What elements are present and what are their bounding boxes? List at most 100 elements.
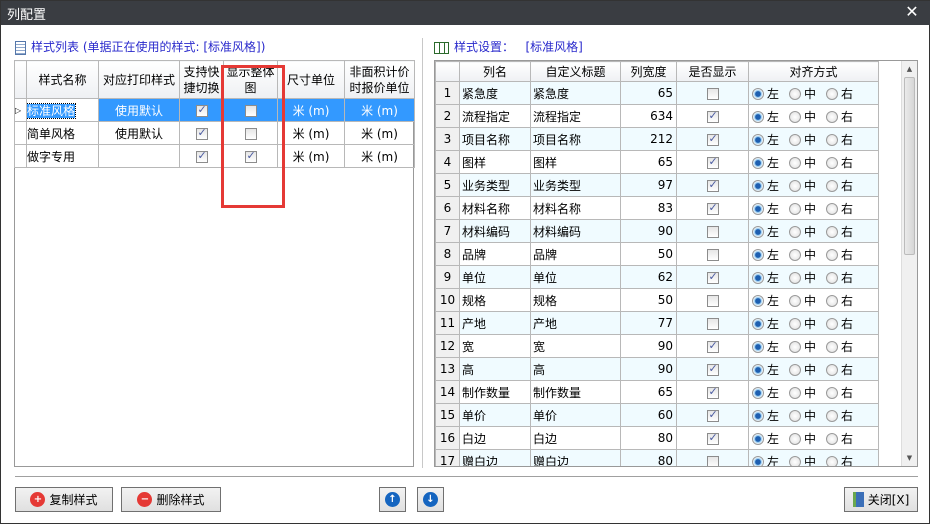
column-row[interactable]: 1 紧急度 紧急度 65 左中右 (435, 81, 879, 105)
visible-checkbox[interactable] (706, 109, 719, 123)
align-radio-center[interactable]: 中 (789, 110, 816, 124)
column-width-cell[interactable]: 90 (620, 334, 677, 358)
custom-title-cell[interactable]: 品牌 (530, 242, 621, 266)
column-width-cell[interactable]: 77 (620, 311, 677, 335)
custom-title-cell[interactable]: 图样 (530, 150, 621, 174)
column-row[interactable]: 5业务类型业务类型97左中右 (435, 173, 879, 197)
custom-title-cell[interactable]: 紧急度 (530, 81, 621, 105)
column-row[interactable]: 8 品牌 品牌 50 左中右 (435, 242, 879, 266)
quick-switch-checkbox[interactable] (195, 103, 208, 117)
visible-checkbox[interactable] (706, 248, 719, 261)
unit-cell[interactable]: 米 (m) (277, 121, 345, 145)
align-radio-left[interactable]: 左 (752, 248, 779, 262)
custom-title-cell[interactable]: 单位 (530, 265, 621, 289)
align-radio-center[interactable]: 中 (789, 409, 816, 423)
scroll-up-arrow-icon[interactable]: ▲ (902, 61, 917, 77)
align-radio-left[interactable]: 左 (752, 363, 779, 377)
col-header[interactable]: 非面积计价时报价单位 (344, 60, 415, 99)
visible-checkbox[interactable] (706, 455, 719, 466)
unit-cell[interactable]: 米 (m) (277, 144, 345, 168)
column-width-cell[interactable]: 634 (620, 104, 677, 128)
scroll-down-arrow-icon[interactable]: ▼ (902, 450, 917, 466)
move-down-button[interactable]: ↓ (417, 487, 444, 512)
align-radio-center[interactable]: 中 (789, 340, 816, 354)
quick-switch-checkbox[interactable] (195, 126, 208, 140)
quick-switch-checkbox[interactable] (195, 149, 208, 163)
align-radio-left[interactable]: 左 (752, 386, 779, 400)
align-radio-center[interactable]: 中 (789, 363, 816, 377)
column-row[interactable]: 6材料名称材料名称83左中右 (435, 196, 879, 220)
align-radio-center[interactable]: 中 (789, 179, 816, 193)
visible-checkbox[interactable] (706, 317, 719, 330)
col-header[interactable]: 样式名称 (26, 60, 99, 99)
custom-title-cell[interactable]: 宽 (530, 334, 621, 358)
align-radio-left[interactable]: 左 (752, 179, 779, 193)
style-row[interactable]: ▷标准风格 使用默认 米 (m)米 (m) (14, 98, 415, 122)
align-radio-left[interactable]: 左 (752, 202, 779, 216)
column-width-cell[interactable]: 60 (620, 403, 677, 427)
column-width-cell[interactable]: 65 (620, 380, 677, 404)
visible-checkbox[interactable] (706, 132, 719, 146)
visible-checkbox[interactable] (706, 294, 719, 307)
visible-checkbox[interactable] (706, 431, 719, 445)
align-radio-left[interactable]: 左 (752, 156, 779, 170)
align-radio-center[interactable]: 中 (789, 156, 816, 170)
column-width-cell[interactable]: 65 (620, 81, 677, 105)
style-name-cell[interactable]: 标准风格 (26, 98, 99, 122)
col-header[interactable]: 支持快捷切换 (179, 60, 224, 99)
style-name-cell[interactable]: 做字专用 (26, 144, 99, 168)
price-unit-cell[interactable]: 米 (m) (344, 98, 415, 122)
style-row[interactable]: 做字专用 米 (m)米 (m) (14, 144, 415, 168)
align-radio-left[interactable]: 左 (752, 110, 779, 124)
unit-cell[interactable]: 米 (m) (277, 98, 345, 122)
align-radio-left[interactable]: 左 (752, 340, 779, 354)
copy-style-button[interactable]: + 复制样式 (15, 487, 113, 512)
column-row[interactable]: 12宽宽90左中右 (435, 334, 879, 358)
align-radio-right[interactable]: 右 (826, 294, 853, 308)
visible-checkbox[interactable] (706, 385, 719, 399)
print-style-cell[interactable]: 使用默认 (98, 98, 180, 122)
align-radio-center[interactable]: 中 (789, 386, 816, 400)
style-name-cell[interactable]: 简单风格 (26, 121, 99, 145)
visible-checkbox[interactable] (706, 201, 719, 215)
align-radio-center[interactable]: 中 (789, 432, 816, 446)
vertical-scrollbar[interactable]: ▲ ▼ (901, 61, 917, 466)
visible-checkbox[interactable] (706, 270, 719, 284)
column-row[interactable]: 10 规格 规格 50 左中右 (435, 288, 879, 312)
align-radio-center[interactable]: 中 (789, 87, 816, 101)
align-radio-center[interactable]: 中 (789, 202, 816, 216)
column-width-cell[interactable]: 80 (620, 426, 677, 450)
column-width-cell[interactable]: 65 (620, 150, 677, 174)
column-width-cell[interactable]: 83 (620, 196, 677, 220)
align-radio-left[interactable]: 左 (752, 317, 779, 331)
column-row[interactable]: 4图样图样65左中右 (435, 150, 879, 174)
custom-title-cell[interactable]: 单价 (530, 403, 621, 427)
align-radio-center[interactable]: 中 (789, 455, 816, 466)
visible-checkbox[interactable] (706, 225, 719, 238)
move-up-button[interactable]: ↑ (379, 487, 406, 512)
align-radio-right[interactable]: 右 (826, 271, 853, 285)
custom-title-cell[interactable]: 制作数量 (530, 380, 621, 404)
scroll-thumb[interactable] (904, 77, 915, 255)
align-radio-center[interactable]: 中 (789, 317, 816, 331)
column-row[interactable]: 15单价单价60左中右 (435, 403, 879, 427)
align-radio-left[interactable]: 左 (752, 87, 779, 101)
column-width-cell[interactable]: 80 (620, 449, 677, 466)
style-name-edit[interactable]: 标准风格 (27, 102, 77, 119)
col-header[interactable]: 对应打印样式 (98, 60, 180, 99)
custom-title-cell[interactable]: 项目名称 (530, 127, 621, 151)
custom-title-cell[interactable]: 规格 (530, 288, 621, 312)
column-width-cell[interactable]: 97 (620, 173, 677, 197)
align-radio-right[interactable]: 右 (826, 409, 853, 423)
align-radio-left[interactable]: 左 (752, 133, 779, 147)
column-row[interactable]: 2流程指定流程指定634左中右 (435, 104, 879, 128)
custom-title-cell[interactable]: 高 (530, 357, 621, 381)
column-row[interactable]: 16白边白边80左中右 (435, 426, 879, 450)
column-row[interactable]: 17 赠白边 赠白边 80 左中右 (435, 449, 879, 466)
align-radio-right[interactable]: 右 (826, 110, 853, 124)
visible-checkbox[interactable] (706, 362, 719, 376)
visible-checkbox[interactable] (706, 87, 719, 100)
align-radio-right[interactable]: 右 (826, 455, 853, 466)
align-radio-right[interactable]: 右 (826, 317, 853, 331)
price-unit-cell[interactable]: 米 (m) (344, 121, 415, 145)
